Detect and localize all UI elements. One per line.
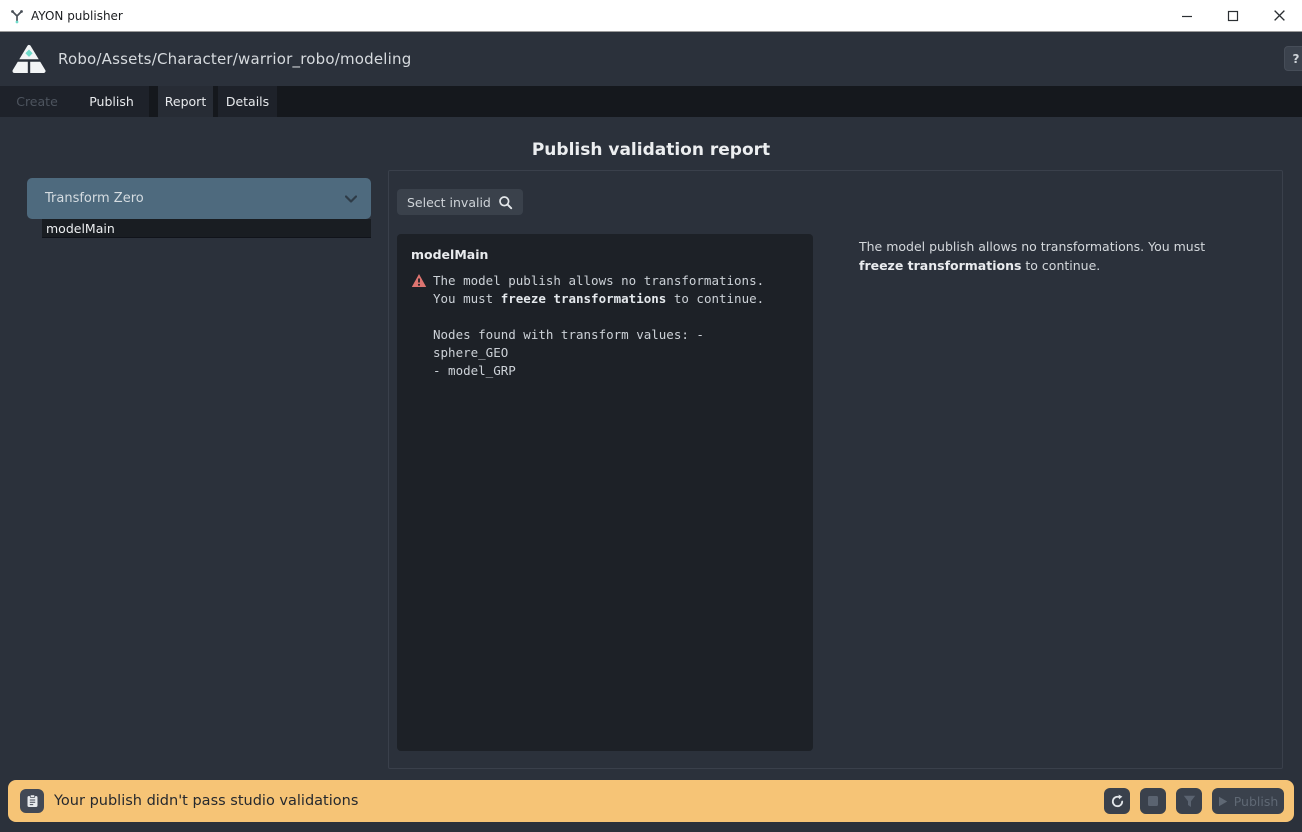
warning-icon [411, 273, 427, 288]
window-title: AYON publisher [31, 9, 123, 23]
select-invalid-button[interactable]: Select invalid [397, 189, 523, 215]
publish-button[interactable]: Publish [1212, 788, 1284, 814]
error-card-instance-title: modelMain [411, 247, 799, 262]
tab-create[interactable]: Create [0, 86, 74, 117]
refresh-icon [1110, 794, 1125, 809]
validator-group-title: Transform Zero [45, 191, 144, 206]
maximize-button[interactable] [1210, 0, 1256, 31]
close-button[interactable] [1256, 0, 1302, 31]
clipboard-icon [26, 794, 39, 808]
context-breadcrumb: Robo/Assets/Character/warrior_robo/model… [58, 50, 411, 68]
description-post: to continue. [1021, 258, 1100, 273]
error-line-1: The model publish allows no transformati… [433, 273, 764, 288]
validator-group-header[interactable]: Transform Zero [27, 178, 371, 219]
window-titlebar: AYON publisher [0, 0, 1302, 32]
chevron-down-icon [345, 195, 357, 203]
search-icon [498, 195, 513, 210]
stop-icon [1147, 795, 1159, 807]
play-icon [1218, 796, 1228, 807]
minimize-button[interactable] [1164, 0, 1210, 31]
footer-actions: Publish [1104, 788, 1284, 814]
report-container: Select invalid modelMain The model publi… [388, 170, 1283, 769]
filter-funnel-icon [1183, 795, 1196, 808]
select-invalid-label: Select invalid [407, 195, 491, 210]
validation-result-banner: Your publish didn't pass studio validati… [8, 780, 1294, 822]
validate-button[interactable] [1176, 788, 1202, 814]
help-button[interactable]: ? [1284, 46, 1302, 71]
tab-publish[interactable]: Publish [74, 86, 149, 117]
error-message-text: The model publish allows no transformati… [433, 272, 764, 380]
error-line-3: Nodes found with transform values: - [433, 327, 704, 342]
report-details-button[interactable] [20, 789, 44, 813]
banner-message: Your publish didn't pass studio validati… [54, 793, 358, 809]
instance-list-item[interactable]: modelMain [42, 219, 371, 238]
validator-description: The model publish allows no transformati… [859, 238, 1244, 275]
app-icon [9, 8, 25, 24]
error-line-5: - model_GRP [433, 363, 516, 378]
description-bold: freeze transformations [859, 258, 1021, 273]
window-controls [1164, 0, 1302, 31]
error-line-2-post: to continue. [666, 291, 764, 306]
error-line-2-pre: You must [433, 291, 501, 306]
tab-bar: Create Publish Report Details [0, 86, 1302, 117]
validation-error-card: modelMain The model publish allows no tr… [397, 234, 813, 751]
error-message-row: The model publish allows no transformati… [411, 272, 799, 380]
instance-name: modelMain [46, 221, 115, 236]
stop-button[interactable] [1140, 788, 1166, 814]
refresh-button[interactable] [1104, 788, 1130, 814]
error-line-4: sphere_GEO [433, 345, 508, 360]
error-line-2-bold: freeze transformations [501, 291, 667, 306]
ayon-logo-icon [12, 44, 46, 74]
description-pre: The model publish allows no transformati… [859, 239, 1205, 254]
publish-button-label: Publish [1234, 794, 1279, 809]
tab-details[interactable]: Details [218, 86, 277, 117]
tab-report[interactable]: Report [158, 86, 213, 117]
page-title: Publish validation report [0, 140, 1302, 160]
app-header: Robo/Assets/Character/warrior_robo/model… [0, 32, 1302, 86]
